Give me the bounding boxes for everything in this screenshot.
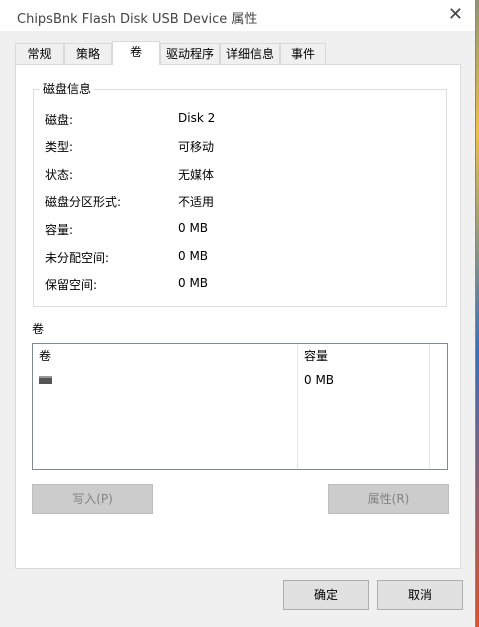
info-key: 状态: [45, 168, 74, 182]
properties-button[interactable]: 属性(R) [328, 484, 449, 514]
info-key: 磁盘分区形式: [45, 195, 122, 209]
info-key: 磁盘: [45, 113, 74, 127]
volumes-section-label: 卷 [32, 322, 45, 336]
title-bar: ChipsBnk Flash Disk USB Device 属性 ✕ [0, 0, 475, 31]
info-value: 0 MB [178, 276, 209, 290]
volume-capacity: 0 MB [304, 373, 335, 387]
column-divider[interactable] [429, 344, 430, 469]
tab-details[interactable]: 详细信息 [220, 43, 280, 64]
volumes-list[interactable]: 卷 容量 0 MB [32, 343, 448, 470]
properties-dialog: ChipsBnk Flash Disk USB Device 属性 ✕ 常规 策… [0, 0, 476, 627]
tab-volumes[interactable]: 卷 [112, 41, 160, 65]
volumes-panel: 磁盘信息 磁盘: Disk 2 类型: 可移动 状态: 无媒体 磁盘分区形式: … [15, 64, 461, 569]
info-value: 0 MB [178, 249, 209, 263]
info-key: 类型: [45, 140, 74, 154]
info-value: 0 MB [178, 221, 209, 235]
info-key: 未分配空间: [45, 251, 110, 265]
tab-events[interactable]: 事件 [280, 43, 326, 64]
cancel-button[interactable]: 取消 [377, 580, 463, 610]
column-header-volume[interactable]: 卷 [39, 347, 51, 364]
column-header-capacity[interactable]: 容量 [304, 347, 328, 364]
tab-driver[interactable]: 驱动程序 [160, 43, 220, 64]
info-key: 保留空间: [45, 278, 98, 292]
ok-button[interactable]: 确定 [283, 580, 369, 610]
disk-info-group: 磁盘信息 磁盘: Disk 2 类型: 可移动 状态: 无媒体 磁盘分区形式: … [33, 80, 447, 307]
info-value: 可移动 [178, 140, 215, 154]
disk-info-title: 磁盘信息 [40, 80, 95, 97]
info-value: Disk 2 [178, 111, 216, 125]
drive-icon [39, 376, 52, 384]
info-value: 不适用 [178, 195, 215, 209]
write-button[interactable]: 写入(P) [32, 484, 153, 514]
info-value: 无媒体 [178, 168, 215, 182]
window-title: ChipsBnk Flash Disk USB Device 属性 [17, 12, 258, 27]
list-header: 卷 容量 [33, 344, 447, 364]
info-key: 容量: [45, 223, 74, 237]
tab-general[interactable]: 常规 [15, 43, 64, 64]
tab-policies[interactable]: 策略 [64, 43, 112, 64]
close-icon[interactable]: ✕ [448, 4, 463, 25]
column-divider[interactable] [297, 344, 298, 469]
